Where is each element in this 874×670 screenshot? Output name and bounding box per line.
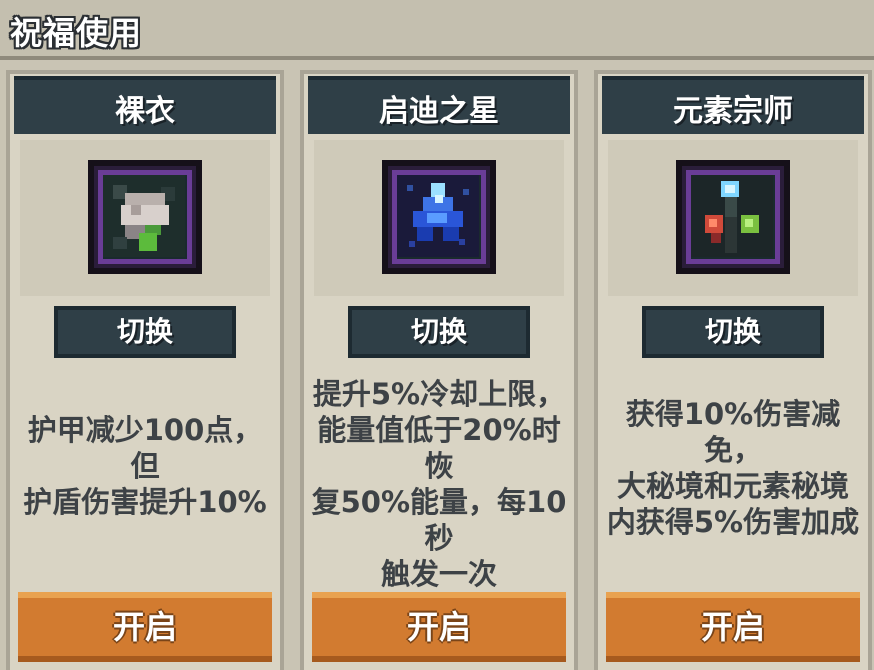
blessing-card-2: 启迪之星 切换 提升5%冷却上限， 能量值低于20%时恢 复50%能量，每10秒… [300,70,578,670]
card-title-bar: 元素宗师 [602,76,864,134]
open-button[interactable]: 开启 [18,592,272,662]
icon-panel [20,140,270,296]
card-title: 裸衣 [115,94,175,129]
card-title-bar: 启迪之星 [308,76,570,134]
description-line: 护盾伤害提升10% [23,485,267,519]
switch-button[interactable]: 切换 [642,306,824,358]
card-description: 提升5%冷却上限， 能量值低于20%时恢 复50%能量，每10秒 触发一次 [310,376,568,592]
description-line: 能量值低于20%时恢 [317,413,561,483]
open-button-label: 开启 [406,608,471,646]
switch-button[interactable]: 切换 [348,306,530,358]
open-button[interactable]: 开启 [312,592,566,662]
switch-button-label: 切换 [704,315,761,348]
elemental-staff-icon [676,160,790,274]
description-line: 复50%能量，每10秒 [311,485,567,555]
open-button[interactable]: 开启 [606,592,860,662]
icon-panel [608,140,858,296]
description-line: 护甲减少100点，但 [27,413,263,483]
page-title: 祝福使用 [10,14,143,52]
switch-button-label: 切换 [116,315,173,348]
card-title: 元素宗师 [673,94,793,129]
description-line: 大秘境和元素秘境 [616,469,849,503]
header-bar: 祝福使用 [0,0,874,60]
description-line: 内获得5%伤害加成 [606,505,860,539]
card-description: 护甲减少100点，但 护盾伤害提升10% [16,412,274,520]
icon-panel [314,140,564,296]
blue-star-crystal-icon [382,160,496,274]
description-line: 触发一次 [380,557,497,591]
description-line: 获得10%伤害减免， [625,397,841,467]
description-line: 提升5%冷却上限， [312,377,566,411]
switch-button-label: 切换 [410,315,467,348]
card-title: 启迪之星 [379,94,499,129]
switch-button[interactable]: 切换 [54,306,236,358]
card-description: 获得10%伤害减免， 大秘境和元素秘境 内获得5%伤害加成 [604,396,862,540]
open-button-label: 开启 [700,608,765,646]
open-button-label: 开启 [112,608,177,646]
naked-robe-icon [88,160,202,274]
card-title-bar: 裸衣 [14,76,276,134]
blessing-card-3: 元素宗师 切换 获得10%伤害减免， 大秘境和元素秘境 内获得5%伤害加成 开启 [594,70,872,670]
blessing-card-1: 裸衣 切换 护甲减少100点，但 护盾伤害提升10% 开启 [6,70,284,670]
